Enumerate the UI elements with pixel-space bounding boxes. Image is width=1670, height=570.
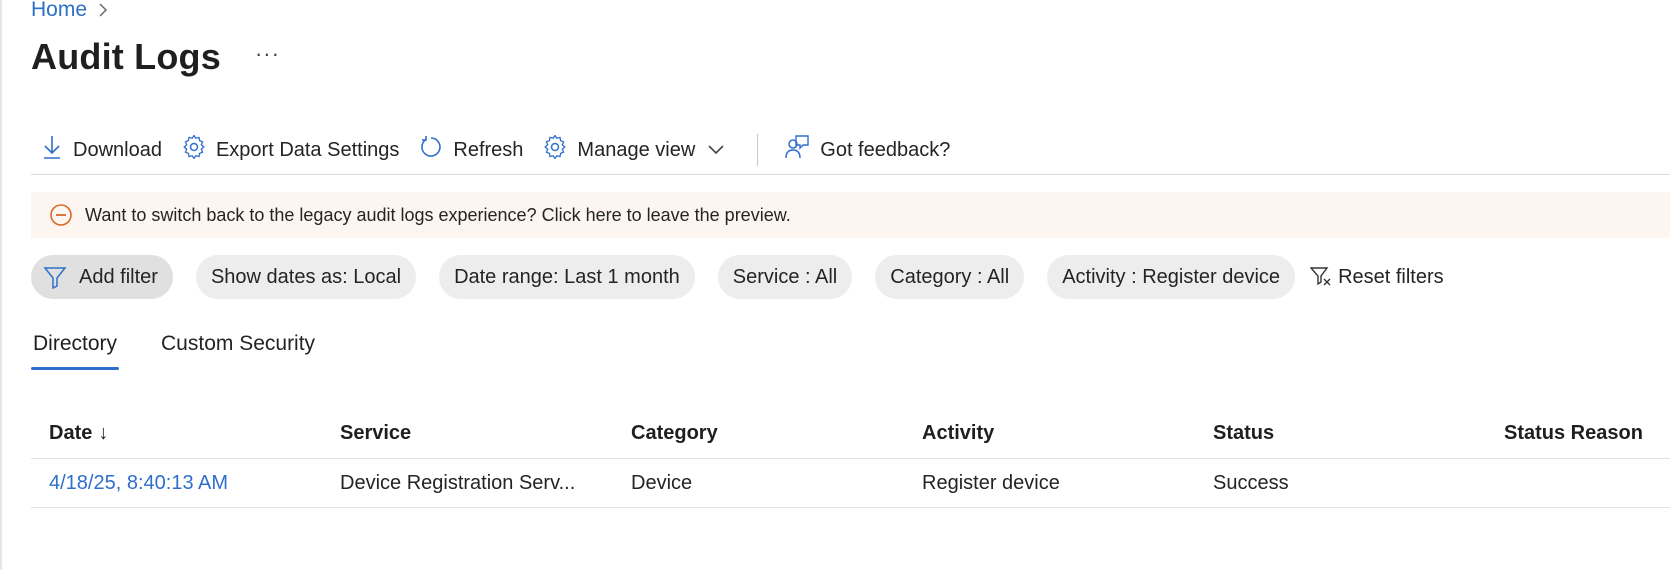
activity-filter-pill[interactable]: Activity : Register device xyxy=(1047,255,1296,299)
service-filter-pill[interactable]: Service : All xyxy=(717,255,853,299)
add-filter-button[interactable]: Add filter xyxy=(31,255,173,299)
sort-descending-icon: ↓ xyxy=(98,421,109,444)
toolbar-divider xyxy=(757,134,759,166)
reset-filters-button[interactable]: Reset filters xyxy=(1310,266,1444,289)
breadcrumb: Home xyxy=(31,0,109,22)
banner-text: Want to switch back to the legacy audit … xyxy=(85,204,791,225)
status-cell: Success xyxy=(1213,471,1289,494)
more-options-button[interactable]: ··· xyxy=(255,43,280,65)
date-link[interactable]: 4/18/25, 8:40:13 AM xyxy=(49,472,228,494)
category-cell: Device xyxy=(631,471,693,494)
title-row: Audit Logs ··· xyxy=(31,36,280,78)
download-button[interactable]: Download xyxy=(31,130,172,170)
column-header-date[interactable]: Date ↓ xyxy=(49,422,340,445)
column-header-status[interactable]: Status xyxy=(1213,422,1504,445)
export-data-settings-button[interactable]: Export Data Settings xyxy=(172,130,409,170)
download-icon xyxy=(41,134,73,166)
left-border xyxy=(0,0,2,570)
show-dates-filter-pill[interactable]: Show dates as: Local xyxy=(195,255,417,299)
preview-banner[interactable]: Want to switch back to the legacy audit … xyxy=(31,192,1670,238)
audit-log-table: Date ↓ Service Category Activity Status … xyxy=(31,408,1670,508)
filter-icon xyxy=(43,265,79,289)
tab-list: Directory Custom Security xyxy=(31,326,357,370)
column-header-date-label: Date xyxy=(49,421,93,444)
page-title: Audit Logs xyxy=(31,36,221,77)
column-header-status-reason[interactable]: Status Reason xyxy=(1504,422,1670,445)
clear-filter-icon xyxy=(1310,266,1338,288)
reset-filters-label: Reset filters xyxy=(1338,265,1444,288)
tab-custom-security[interactable]: Custom Security xyxy=(159,326,317,370)
download-label: Download xyxy=(73,138,162,161)
add-filter-label: Add filter xyxy=(79,265,158,288)
feedback-button[interactable]: Got feedback? xyxy=(774,130,960,170)
feedback-icon xyxy=(784,134,820,166)
refresh-label: Refresh xyxy=(453,138,524,161)
category-filter-pill[interactable]: Category : All xyxy=(875,255,1025,299)
command-bar: Download Export Data Settings Refresh Ma… xyxy=(31,126,1670,175)
feedback-label: Got feedback? xyxy=(820,138,951,161)
column-header-category[interactable]: Category xyxy=(631,422,922,445)
column-header-activity[interactable]: Activity xyxy=(922,422,1213,445)
chevron-down-icon xyxy=(707,144,735,156)
table-header-row: Date ↓ Service Category Activity Status … xyxy=(31,408,1670,459)
gear-icon xyxy=(543,134,577,165)
filter-bar: Add filter Show dates as: Local Date ran… xyxy=(31,254,1670,300)
breadcrumb-home-link[interactable]: Home xyxy=(31,0,87,22)
warning-icon xyxy=(49,203,73,227)
export-data-settings-label: Export Data Settings xyxy=(215,138,400,161)
gear-icon xyxy=(182,134,216,165)
refresh-button[interactable]: Refresh xyxy=(409,130,533,170)
manage-view-button[interactable]: Manage view xyxy=(533,130,745,170)
refresh-icon xyxy=(419,135,453,165)
date-range-filter-pill[interactable]: Date range: Last 1 month xyxy=(439,255,695,299)
column-header-service[interactable]: Service xyxy=(340,422,631,445)
manage-view-label: Manage view xyxy=(577,138,696,161)
table-row[interactable]: 4/18/25, 8:40:13 AM Device Registration … xyxy=(31,459,1670,508)
tab-directory[interactable]: Directory xyxy=(31,326,120,370)
activity-cell: Register device xyxy=(922,471,1060,494)
service-cell: Device Registration Serv... xyxy=(340,471,576,494)
chevron-right-icon xyxy=(97,2,109,18)
